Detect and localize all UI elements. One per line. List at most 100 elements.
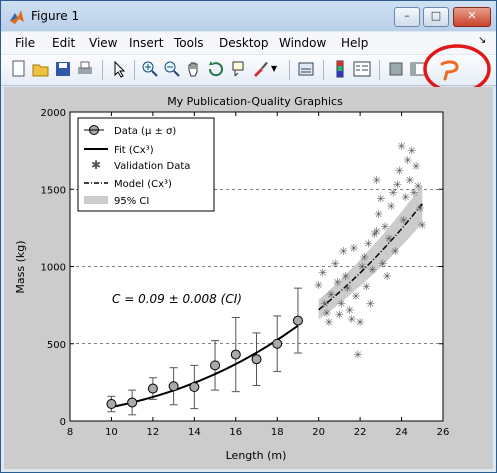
y-tick-label: 500	[47, 340, 66, 351]
brush-dropdown-icon[interactable]: ▼	[271, 64, 277, 73]
validation-point: ✳	[351, 290, 360, 303]
legend-ci-label: 95% CI	[114, 196, 149, 207]
validation-point: ✳	[387, 200, 396, 213]
data-cursor-icon[interactable]	[229, 60, 247, 78]
zoom-in-icon[interactable]	[141, 60, 159, 78]
validation-point: ✳	[339, 245, 348, 258]
validation-point: ✳	[418, 219, 427, 232]
pan-hand-icon[interactable]	[185, 60, 203, 78]
x-tick-label: 14	[188, 427, 201, 438]
publish-p-logo-icon[interactable]	[439, 59, 461, 81]
matlab-logo-icon	[10, 10, 24, 24]
new-figure-icon[interactable]	[10, 60, 28, 78]
window-title: Figure 1	[31, 9, 80, 23]
validation-point: ✳	[368, 264, 377, 277]
close-button[interactable]: ✕	[453, 7, 491, 27]
data-point	[106, 399, 117, 410]
title-bar: Figure 1 – □ ✕	[1, 1, 496, 31]
colorbar-icon[interactable]	[331, 60, 349, 78]
legend-validation-marker: ✱	[91, 158, 101, 172]
validation-point: ✳	[331, 257, 340, 270]
open-file-icon[interactable]	[32, 60, 50, 78]
x-tick-label: 10	[105, 427, 118, 438]
validation-point: ✳	[360, 251, 369, 264]
legend-icon[interactable]	[353, 60, 371, 78]
x-axis-label: Length (m)	[226, 449, 287, 462]
validation-point: ✳	[407, 145, 416, 158]
chart-title: My Publication-Quality Graphics	[167, 95, 343, 108]
validation-point: ✳	[353, 349, 362, 362]
data-point	[272, 338, 283, 349]
x-tick-label: 22	[354, 427, 367, 438]
y-tick-label: 2000	[41, 108, 66, 119]
validation-point: ✳	[314, 279, 323, 292]
menu-desktop[interactable]: Desktop	[219, 36, 269, 50]
validation-point: ✳	[376, 193, 385, 206]
validation-point: ✳	[318, 267, 327, 280]
validation-point: ✳	[385, 233, 394, 246]
validation-point: ✳	[372, 174, 381, 187]
link-plot-icon[interactable]	[297, 60, 315, 78]
validation-point: ✳	[366, 298, 375, 311]
validation-point: ✳	[341, 270, 350, 283]
edit-plot-arrow-icon[interactable]	[110, 60, 128, 78]
x-tick-label: 12	[147, 427, 160, 438]
validation-point: ✳	[362, 281, 371, 294]
data-point	[189, 382, 200, 393]
menu-file[interactable]: File	[15, 36, 35, 50]
print-icon[interactable]	[76, 60, 94, 78]
validation-point: ✳	[326, 288, 335, 301]
validation-point: ✳	[380, 220, 389, 233]
validation-point: ✳	[393, 179, 402, 192]
maximize-button[interactable]: □	[423, 7, 449, 27]
menu-insert[interactable]: Insert	[129, 36, 163, 50]
y-tick-label: 0	[60, 417, 66, 428]
hide-plot-tools-icon[interactable]	[387, 60, 405, 78]
validation-point: ✳	[349, 242, 358, 255]
x-tick-label: 18	[271, 427, 284, 438]
legend-model-label: Model (Cx³)	[114, 179, 172, 190]
minimize-button[interactable]: –	[394, 7, 420, 27]
save-icon[interactable]	[54, 60, 72, 78]
data-point	[147, 383, 158, 394]
legend-data-label: Data (μ ± σ)	[114, 126, 176, 137]
x-tick-label: 24	[395, 427, 408, 438]
data-point	[292, 315, 303, 326]
validation-point: ✳	[416, 202, 425, 215]
data-point	[210, 360, 221, 371]
data-point	[251, 354, 262, 365]
chart: My Publication-Quality Graphics ✳✳✳✳✳✳✳✳…	[14, 95, 450, 462]
x-tick-label: 20	[312, 427, 325, 438]
validation-point: ✳	[414, 180, 423, 193]
figure-window: Figure 1 – □ ✕ File Edit View Insert Too…	[0, 0, 497, 473]
x-tick-label: 26	[437, 427, 450, 438]
legend-fit-label: Fit (Cx³)	[114, 145, 154, 156]
validation-point: ✳	[324, 316, 333, 329]
zoom-out-icon[interactable]	[163, 60, 181, 78]
figure-canvas: My Publication-Quality Graphics ✳ ✳ ✳ ✳ ✳ ✳ ✳ ✳…	[4, 87, 493, 469]
legend: Data (μ ± σ) Fit (Cx³) ✱ Validation Data…	[77, 117, 215, 212]
y-axis-label: Mass (kg)	[14, 240, 27, 293]
legend-ci-swatch	[84, 196, 108, 204]
validation-point: ✳	[399, 214, 408, 227]
menu-view[interactable]: View	[89, 36, 117, 50]
annotation-text: C = 0.09 ± 0.008 (CI)	[112, 292, 242, 306]
menu-help[interactable]: Help	[341, 36, 368, 50]
y-tick-label: 1000	[41, 263, 66, 274]
y-tick-label: 1500	[41, 185, 66, 196]
menu-edit[interactable]: Edit	[52, 36, 75, 50]
x-tick-label: 16	[229, 427, 242, 438]
validation-point: ✳	[411, 160, 420, 173]
rotate-3d-icon[interactable]	[207, 60, 225, 78]
validation-point: ✳	[378, 257, 387, 270]
validation-point: ✳	[356, 316, 365, 329]
data-point	[127, 397, 138, 408]
menu-tools[interactable]: Tools	[174, 36, 204, 50]
menu-window[interactable]: Window	[279, 36, 326, 50]
toolbar: ▼	[1, 44, 496, 94]
data-point	[230, 349, 241, 360]
legend-validation-label: Validation Data	[114, 161, 190, 172]
brush-icon[interactable]	[251, 60, 269, 78]
validation-point: ✳	[382, 270, 391, 283]
validation-point: ✳	[374, 208, 383, 221]
